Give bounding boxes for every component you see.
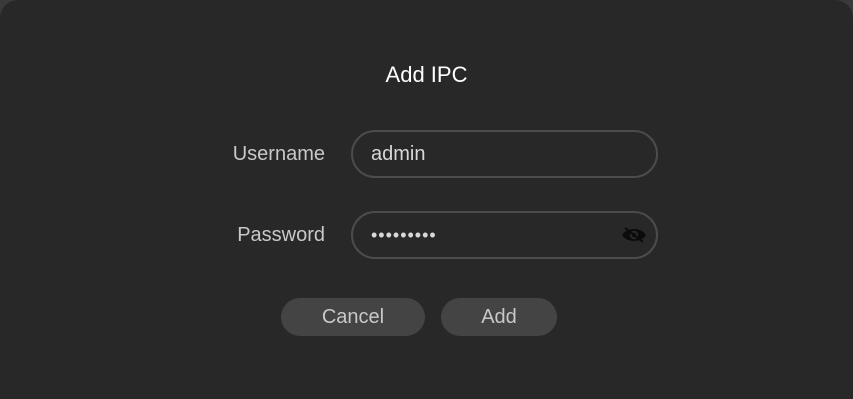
add-ipc-dialog: Add IPC Username Password Cancel Add: [0, 0, 853, 399]
dialog-title: Add IPC: [385, 62, 468, 87]
cancel-button[interactable]: Cancel: [281, 298, 425, 336]
password-input[interactable]: [371, 213, 621, 257]
add-button[interactable]: Add: [441, 298, 557, 336]
username-label: Username: [232, 143, 325, 165]
username-field-container: [351, 130, 658, 178]
username-input[interactable]: [371, 132, 621, 176]
password-label: Password: [237, 224, 325, 246]
password-field-container: [351, 211, 658, 259]
eye-hidden-icon[interactable]: [622, 225, 646, 245]
